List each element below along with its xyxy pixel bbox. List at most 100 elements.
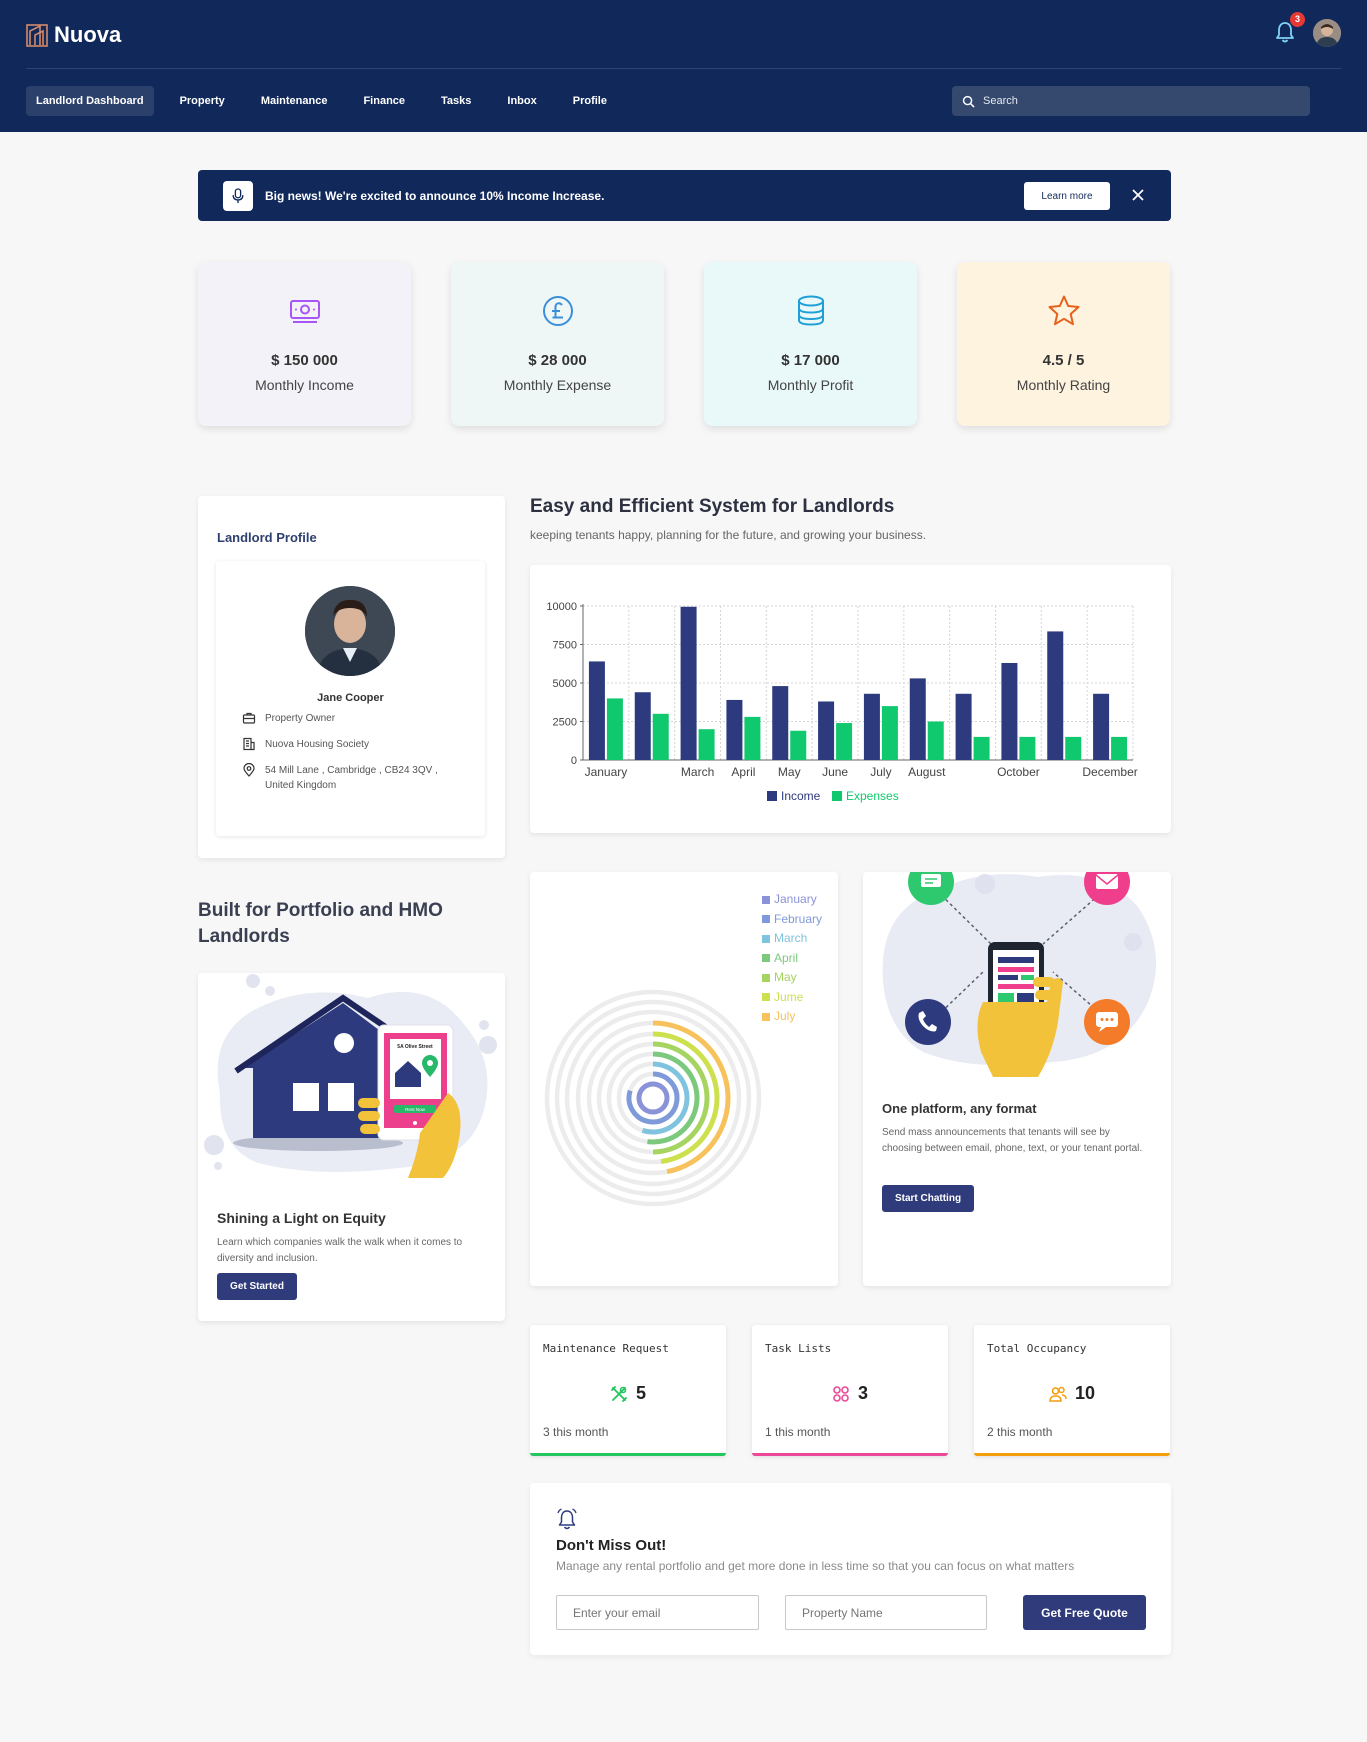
- profile-photo: [305, 586, 395, 676]
- legend-label: July: [774, 1009, 796, 1023]
- mini-card-value: 5: [635, 1383, 646, 1403]
- legend-swatch: [762, 973, 770, 982]
- money-icon: [289, 300, 320, 323]
- bar-income-april: [726, 699, 743, 760]
- radial-track: [554, 999, 752, 1197]
- legend-label: May: [774, 970, 797, 984]
- bar-income-march: [680, 606, 697, 760]
- property-name-field[interactable]: [785, 1595, 987, 1630]
- mini-card-title: Maintenance Request: [543, 1342, 669, 1355]
- equity-card: 5A Olive Street Rent Now Shining a Light…: [198, 973, 505, 1321]
- y-tick-label: 5000: [553, 678, 577, 690]
- stat-card-expense: $ 28 000 Monthly Expense: [451, 262, 664, 426]
- x-tick-label: August: [908, 765, 946, 779]
- bar-income-october: [1001, 662, 1018, 760]
- announcement-text: Big news! We're excited to announce 10% …: [265, 188, 605, 203]
- radial-legend-item[interactable]: February: [762, 910, 822, 930]
- x-tick-label: April: [731, 765, 755, 779]
- email-field[interactable]: [556, 1595, 759, 1630]
- phone-communication-illustration: [863, 872, 1171, 1077]
- x-tick-label: March: [681, 765, 714, 779]
- stat-label: Monthly Income: [255, 377, 354, 393]
- y-tick-label: 10000: [546, 601, 577, 613]
- notification-badge: 3: [1290, 12, 1305, 27]
- income-expense-bar-chart: 0 2500 5000 7500 10000 January March April May Ju…: [546, 601, 1137, 803]
- bar-expenses-september: [973, 736, 990, 760]
- stat-value: $ 28 000: [528, 352, 587, 369]
- mini-card-subtext: 1 this month: [765, 1425, 831, 1439]
- phone-button-text: Rent Now: [405, 1107, 426, 1112]
- mini-card-title: Task Lists: [765, 1342, 832, 1355]
- legend-label: Income: [781, 789, 821, 803]
- bar-income-july: [863, 693, 880, 760]
- bar-expenses-august: [927, 721, 944, 760]
- portfolio-section-title: Built for Portfolio and HMO Landlords: [198, 900, 443, 947]
- start-chatting-button[interactable]: Start Chatting: [882, 1185, 974, 1212]
- mini-card-subtext: 3 this month: [543, 1425, 609, 1439]
- stat-label: Monthly Rating: [1016, 377, 1111, 393]
- radial-legend: January February March April May Jume July: [762, 890, 822, 1027]
- bar-expenses-october: [1019, 736, 1036, 760]
- profile-address: 54 Mill Lane , Cambridge , CB24 3QV , Un…: [265, 765, 438, 791]
- legend-swatch: [762, 934, 770, 943]
- nav-maintenance[interactable]: Maintenance: [251, 86, 338, 116]
- mini-card-value-row: 3: [752, 1383, 948, 1404]
- stat-card-income: $ 150 000 Monthly Income: [198, 262, 411, 426]
- radial-legend-item[interactable]: May: [762, 968, 822, 988]
- mini-card-value: 10: [1074, 1383, 1096, 1403]
- location-pin-icon: [243, 763, 255, 777]
- radial-legend-item[interactable]: July: [762, 1007, 822, 1027]
- radial-legend-item[interactable]: April: [762, 949, 822, 969]
- nav-landlord-dashboard[interactable]: Landlord Dashboard: [26, 86, 154, 116]
- newsletter-card: Don't Miss Out! Manage any rental portfo…: [530, 1483, 1171, 1655]
- user-avatar[interactable]: [1313, 19, 1341, 47]
- profile-details: Jane Cooper Property Owner Nuova Housing…: [216, 561, 485, 836]
- task-lists-card[interactable]: Task Lists 3 1 this month: [752, 1325, 948, 1456]
- stat-value: 4.5 / 5: [1042, 352, 1085, 369]
- maintenance-request-card[interactable]: Maintenance Request 5 3 this month: [530, 1325, 726, 1456]
- y-tick-label: 7500: [553, 640, 577, 652]
- platform-card-text: Send mass announcements that tenants wil…: [882, 1127, 1143, 1154]
- top-navbar: Nuova 3 Landlord Dashboard Property Main…: [0, 0, 1367, 132]
- radial-legend-item[interactable]: Jume: [762, 988, 822, 1008]
- stat-value: $ 150 000: [271, 352, 338, 369]
- house-phone-illustration: 5A Olive Street Rent Now: [198, 973, 505, 1178]
- stat-label: Monthly Profit: [767, 377, 854, 393]
- bar-income-june: [818, 701, 835, 760]
- mic-icon: [223, 180, 253, 211]
- nav-inbox[interactable]: Inbox: [497, 86, 546, 116]
- mini-card-subtext: 2 this month: [987, 1425, 1053, 1439]
- equity-card-title: Shining a Light on Equity: [217, 1210, 386, 1226]
- close-icon[interactable]: [1128, 185, 1148, 205]
- legend-swatch: [832, 791, 842, 801]
- nav-finance[interactable]: Finance: [353, 86, 415, 116]
- nav-tasks[interactable]: Tasks: [431, 86, 481, 116]
- people-icon: [1049, 1386, 1067, 1402]
- building-icon: [243, 737, 255, 751]
- bar-expenses-december: [1111, 736, 1128, 760]
- profile-role: Property Owner: [265, 713, 336, 724]
- x-tick-label: December: [1082, 765, 1137, 779]
- nav-property[interactable]: Property: [170, 86, 235, 116]
- stat-card-rating: 4.5 / 5 Monthly Rating: [957, 262, 1170, 426]
- bar-income-february: [634, 692, 651, 760]
- x-tick-label: June: [822, 765, 848, 779]
- briefcase-icon: [242, 712, 256, 724]
- radial-legend-item[interactable]: January: [762, 890, 822, 910]
- legend-label: Expenses: [846, 789, 899, 803]
- bar-expenses-february: [652, 713, 669, 760]
- search-input[interactable]: Search: [952, 86, 1310, 116]
- get-started-button[interactable]: Get Started: [217, 1273, 297, 1300]
- radial-legend-item[interactable]: March: [762, 929, 822, 949]
- get-free-quote-button[interactable]: Get Free Quote: [1023, 1595, 1146, 1630]
- bar-expenses-january: [606, 698, 623, 760]
- mini-card-accent-bar: [974, 1453, 1170, 1456]
- radial-arc-january: [636, 1081, 670, 1115]
- monthly-radial-chart-card: January February March April May Jume July: [530, 872, 838, 1286]
- x-tick-label: January: [585, 765, 628, 779]
- mini-card-title: Total Occupancy: [987, 1342, 1087, 1355]
- learn-more-button[interactable]: Learn more: [1024, 182, 1110, 210]
- app-logo[interactable]: Nuova: [26, 22, 121, 48]
- nav-profile[interactable]: Profile: [563, 86, 617, 116]
- total-occupancy-card[interactable]: Total Occupancy 10 2 this month: [974, 1325, 1170, 1456]
